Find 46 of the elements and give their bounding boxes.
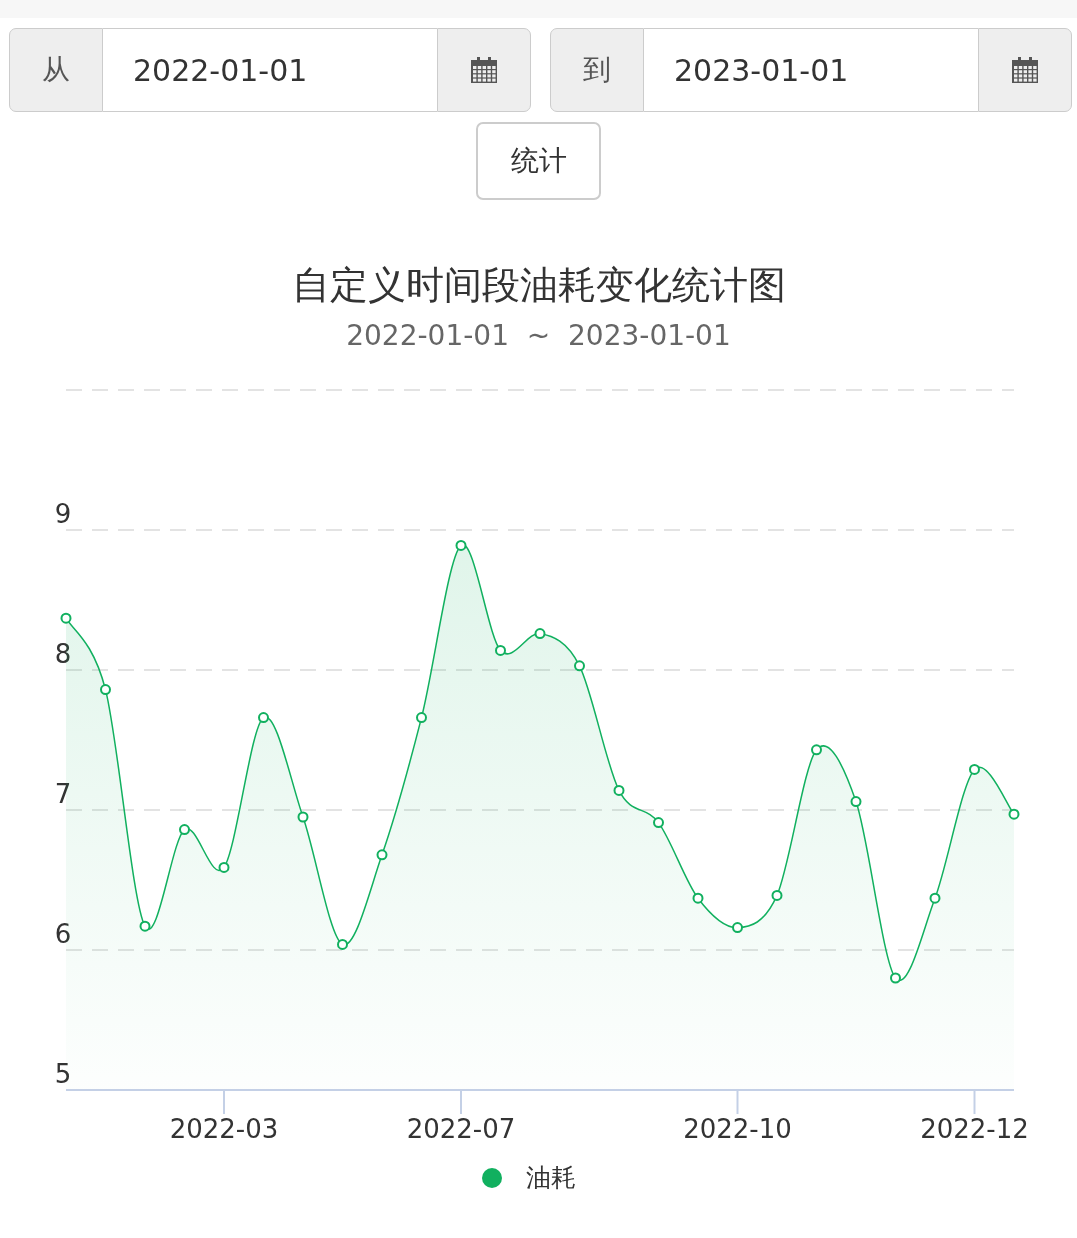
point	[653, 817, 664, 829]
calendar-icon	[1011, 56, 1039, 84]
calendar-button[interactable]	[437, 28, 531, 112]
x-axis-label: 2022-07	[406, 1114, 516, 1144]
point	[60, 612, 72, 624]
point	[811, 744, 822, 756]
legend-label[interactable]: 油耗	[525, 1161, 576, 1194]
calendar-icon	[470, 56, 498, 84]
point	[574, 660, 585, 672]
y-axis-label: 9	[54, 499, 72, 529]
x-axis-label: 2022-03	[169, 1114, 279, 1144]
date-field[interactable]: 2023-01-01	[644, 28, 978, 112]
point	[337, 938, 348, 950]
date-label: 到	[550, 28, 644, 112]
point	[969, 763, 980, 775]
point	[376, 849, 388, 861]
point	[1008, 808, 1020, 820]
point	[297, 811, 309, 823]
date-label: 从	[9, 28, 103, 112]
point	[179, 824, 190, 836]
point	[218, 861, 230, 873]
date-field[interactable]: 2022-01-01	[103, 28, 437, 112]
point	[139, 920, 151, 932]
point	[534, 628, 546, 640]
point	[692, 892, 704, 904]
point	[455, 539, 467, 551]
point	[495, 644, 506, 656]
point	[416, 712, 427, 724]
submit-button[interactable]: 统计	[476, 122, 601, 200]
point	[732, 922, 743, 934]
x-axis-label: 2022-10	[683, 1114, 792, 1144]
x-axis-label: 2022-12	[920, 1114, 1029, 1144]
y-axis-label: 7	[54, 779, 72, 809]
y-axis-label: 6	[54, 919, 72, 949]
chart-title: 自定义时间段油耗变化统计图	[290, 262, 787, 309]
chart-subtitle: 2022-01-01 ~ 2023-01-01	[345, 318, 732, 354]
point	[771, 889, 783, 901]
y-axis-label: 5	[54, 1059, 72, 1089]
point	[100, 684, 111, 696]
point	[613, 784, 625, 796]
point	[929, 892, 941, 904]
y-axis-label: 8	[54, 639, 72, 669]
point	[258, 712, 269, 724]
point	[890, 972, 901, 984]
calendar-button[interactable]	[978, 28, 1072, 112]
point	[850, 796, 862, 808]
